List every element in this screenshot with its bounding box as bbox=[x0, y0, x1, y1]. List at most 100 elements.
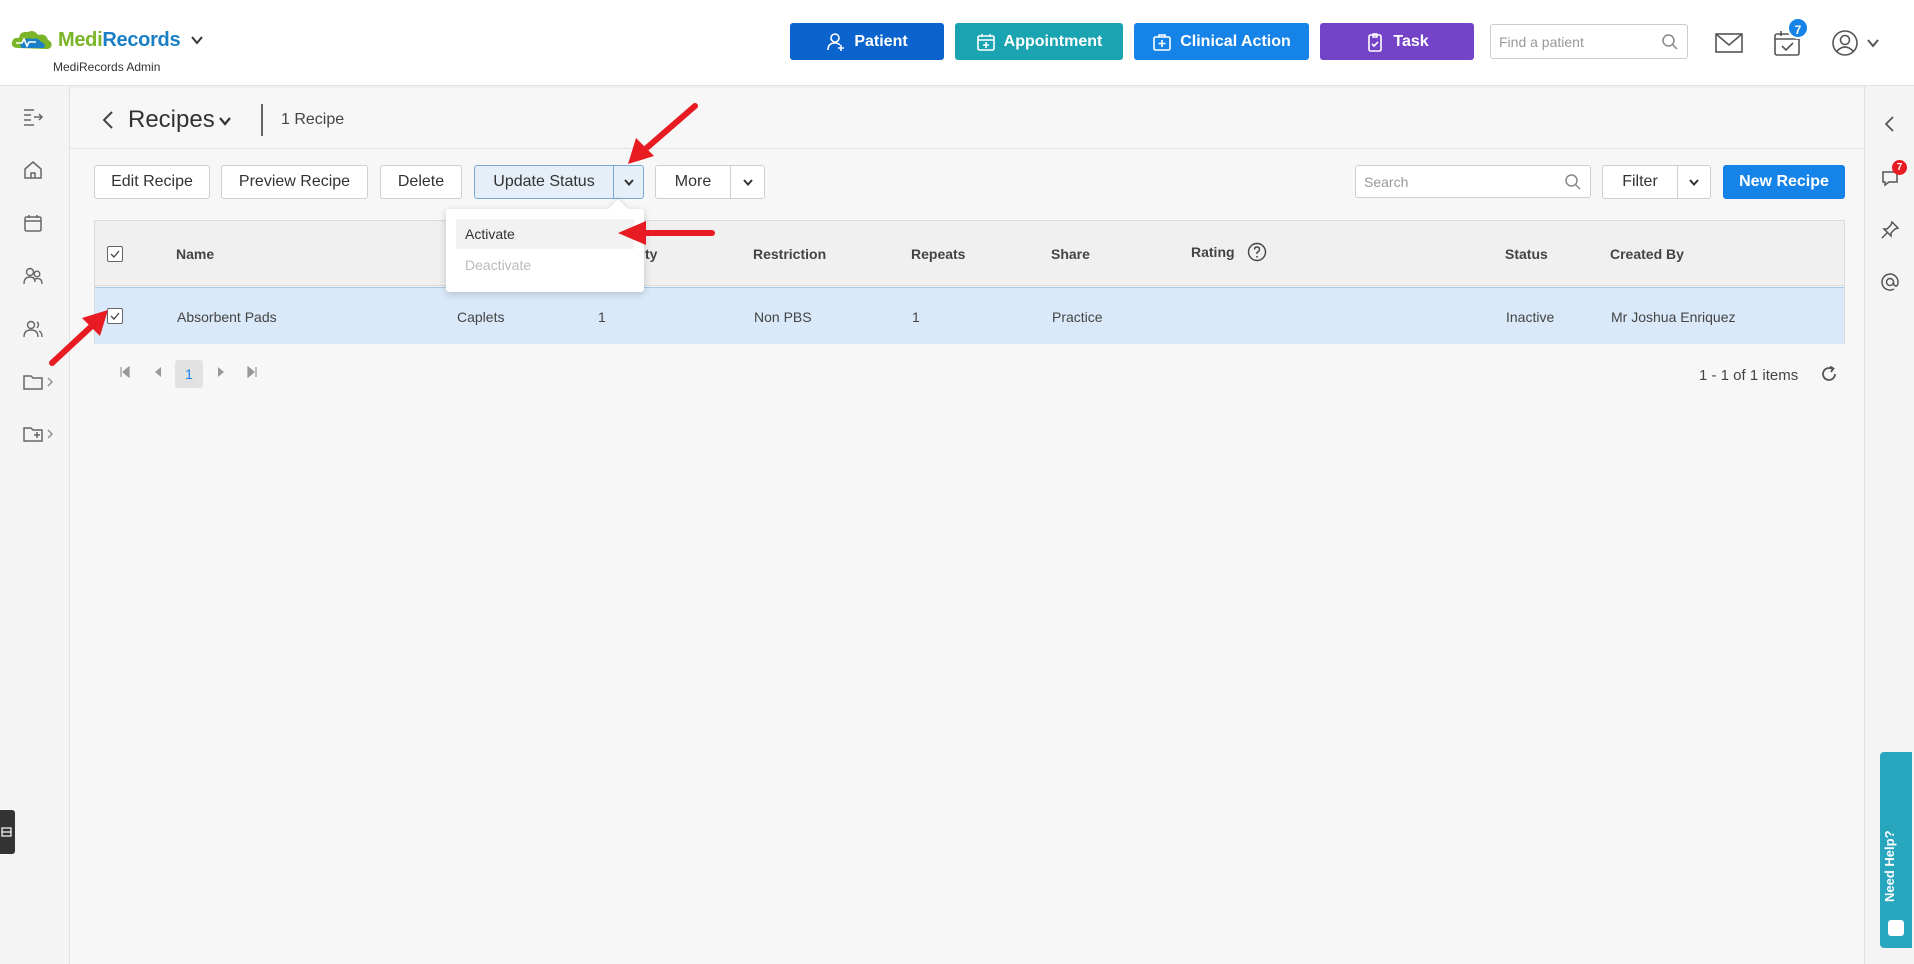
need-help-tab[interactable]: Need Help? bbox=[1880, 752, 1912, 948]
calendar-icon[interactable] bbox=[22, 212, 44, 234]
task-button-label: Task bbox=[1393, 32, 1429, 50]
clinical-action-button-label: Clinical Action bbox=[1180, 32, 1291, 50]
column-restriction[interactable]: Restriction bbox=[753, 246, 826, 262]
menu-item-activate[interactable]: Activate bbox=[456, 219, 634, 249]
update-status-button[interactable]: Update Status bbox=[474, 165, 614, 199]
task-button[interactable]: Task bbox=[1320, 23, 1474, 60]
cell-created-by: Mr Joshua Enriquez bbox=[1611, 309, 1736, 325]
edit-recipe-button[interactable]: Edit Recipe bbox=[94, 165, 210, 199]
divider bbox=[70, 148, 1864, 149]
first-page-icon[interactable] bbox=[120, 366, 130, 378]
brand-name-medi: Medi bbox=[58, 28, 103, 51]
chevron-down-icon[interactable] bbox=[1866, 36, 1880, 50]
clipboard-check-icon bbox=[1368, 32, 1383, 52]
new-recipe-button[interactable]: New Recipe bbox=[1723, 165, 1845, 199]
table-header: Name ty Restriction Repeats Share Rating… bbox=[95, 221, 1844, 286]
side-panel-tab[interactable] bbox=[0, 810, 15, 854]
last-page-icon[interactable] bbox=[247, 366, 257, 378]
cell-form: Caplets bbox=[457, 309, 505, 325]
table-row[interactable]: Absorbent Pads Caplets 1 Non PBS 1 Pract… bbox=[95, 287, 1844, 344]
chevron-right-icon[interactable] bbox=[46, 377, 54, 387]
calendar-add-icon bbox=[976, 33, 995, 51]
cell-share: Practice bbox=[1052, 309, 1103, 325]
more-dropdown-toggle[interactable] bbox=[730, 165, 765, 199]
chevron-down-icon[interactable] bbox=[218, 114, 232, 128]
cell-status: Inactive bbox=[1506, 309, 1555, 325]
filter-button[interactable]: Filter bbox=[1602, 165, 1678, 199]
folder-icon[interactable] bbox=[22, 371, 44, 393]
chevron-down-icon bbox=[623, 179, 634, 187]
appointment-button-label: Appointment bbox=[1003, 32, 1103, 50]
search-icon[interactable] bbox=[1564, 173, 1582, 191]
chevron-down-icon[interactable] bbox=[190, 33, 204, 47]
column-created-by[interactable]: Created By bbox=[1610, 246, 1684, 262]
record-count: 1 Recipe bbox=[281, 111, 345, 128]
chat-count-badge: 7 bbox=[1892, 160, 1907, 175]
brand-name-records: Records bbox=[102, 28, 181, 51]
home-icon[interactable] bbox=[22, 159, 44, 181]
find-patient-input[interactable] bbox=[1491, 25, 1651, 58]
expand-menu-icon[interactable] bbox=[22, 106, 44, 128]
column-rating[interactable]: Rating bbox=[1191, 244, 1235, 260]
contacts-icon[interactable] bbox=[22, 318, 44, 340]
preview-recipe-button[interactable]: Preview Recipe bbox=[221, 165, 368, 199]
annotation-arrow-icon bbox=[618, 221, 715, 245]
pagination-info: 1 - 1 of 1 items bbox=[1699, 367, 1799, 384]
cell-repeats: 1 bbox=[912, 309, 920, 325]
recipe-search-field[interactable] bbox=[1355, 165, 1591, 198]
cell-name: Absorbent Pads bbox=[177, 309, 277, 325]
mention-icon[interactable] bbox=[1880, 272, 1900, 292]
recipes-table: Name ty Restriction Repeats Share Rating… bbox=[94, 220, 1845, 344]
annotation-arrow-icon bbox=[49, 310, 108, 366]
appointment-button[interactable]: Appointment bbox=[955, 23, 1123, 60]
annotation-arrow-icon bbox=[628, 103, 698, 164]
practice-name: MediRecords Admin bbox=[53, 60, 161, 74]
search-icon[interactable] bbox=[1661, 33, 1679, 51]
current-page-button[interactable]: 1 bbox=[175, 360, 203, 388]
folder-add-icon[interactable] bbox=[22, 423, 44, 445]
previous-page-icon[interactable] bbox=[153, 366, 163, 378]
top-header: MediRecords MediRecords Admin Patient Ap… bbox=[0, 0, 1914, 86]
header-divider bbox=[261, 104, 263, 136]
cell-restriction: Non PBS bbox=[754, 309, 812, 325]
find-patient-field[interactable] bbox=[1490, 24, 1688, 59]
patients-icon[interactable] bbox=[22, 265, 44, 287]
update-status-dropdown-toggle[interactable] bbox=[613, 165, 644, 199]
need-help-label: Need Help? bbox=[1882, 830, 1897, 902]
help-chat-icon bbox=[1888, 920, 1904, 936]
back-arrow-icon[interactable] bbox=[100, 108, 116, 132]
page-title: Recipes bbox=[128, 106, 215, 133]
chevron-down-icon bbox=[742, 179, 753, 187]
brand-name: MediRecords bbox=[58, 28, 181, 52]
help-circle-icon[interactable] bbox=[1247, 242, 1267, 262]
cloud-logo-icon bbox=[11, 31, 52, 49]
column-name[interactable]: Name bbox=[176, 246, 214, 262]
medical-bag-icon bbox=[1153, 33, 1172, 51]
filter-dropdown-toggle[interactable] bbox=[1677, 165, 1711, 199]
task-count-badge: 7 bbox=[1787, 17, 1809, 39]
select-all-checkbox[interactable] bbox=[107, 246, 123, 262]
pin-icon[interactable] bbox=[1880, 220, 1900, 240]
chevron-right-icon[interactable] bbox=[46, 429, 54, 439]
refresh-icon[interactable] bbox=[1820, 365, 1838, 383]
column-repeats[interactable]: Repeats bbox=[911, 246, 965, 262]
patient-button-label: Patient bbox=[854, 32, 908, 50]
chevron-left-icon[interactable] bbox=[1880, 114, 1900, 134]
menu-item-deactivate: Deactivate bbox=[465, 257, 532, 273]
chevron-down-icon bbox=[1689, 179, 1699, 187]
brand-logo[interactable]: MediRecords bbox=[10, 28, 204, 52]
add-user-icon bbox=[827, 32, 845, 51]
clinical-action-button[interactable]: Clinical Action bbox=[1134, 23, 1309, 60]
delete-button[interactable]: Delete bbox=[380, 165, 462, 199]
patient-button[interactable]: Patient bbox=[790, 23, 944, 60]
checkmark-icon bbox=[110, 250, 120, 258]
more-button[interactable]: More bbox=[655, 165, 731, 199]
mail-icon[interactable] bbox=[1714, 28, 1744, 58]
column-share[interactable]: Share bbox=[1051, 246, 1090, 262]
next-page-icon[interactable] bbox=[216, 366, 226, 378]
cell-quantity: 1 bbox=[598, 309, 606, 325]
recipe-search-input[interactable] bbox=[1356, 166, 1556, 197]
user-avatar-icon[interactable] bbox=[1830, 28, 1860, 58]
column-status[interactable]: Status bbox=[1505, 246, 1548, 262]
panel-icon bbox=[1, 827, 12, 837]
